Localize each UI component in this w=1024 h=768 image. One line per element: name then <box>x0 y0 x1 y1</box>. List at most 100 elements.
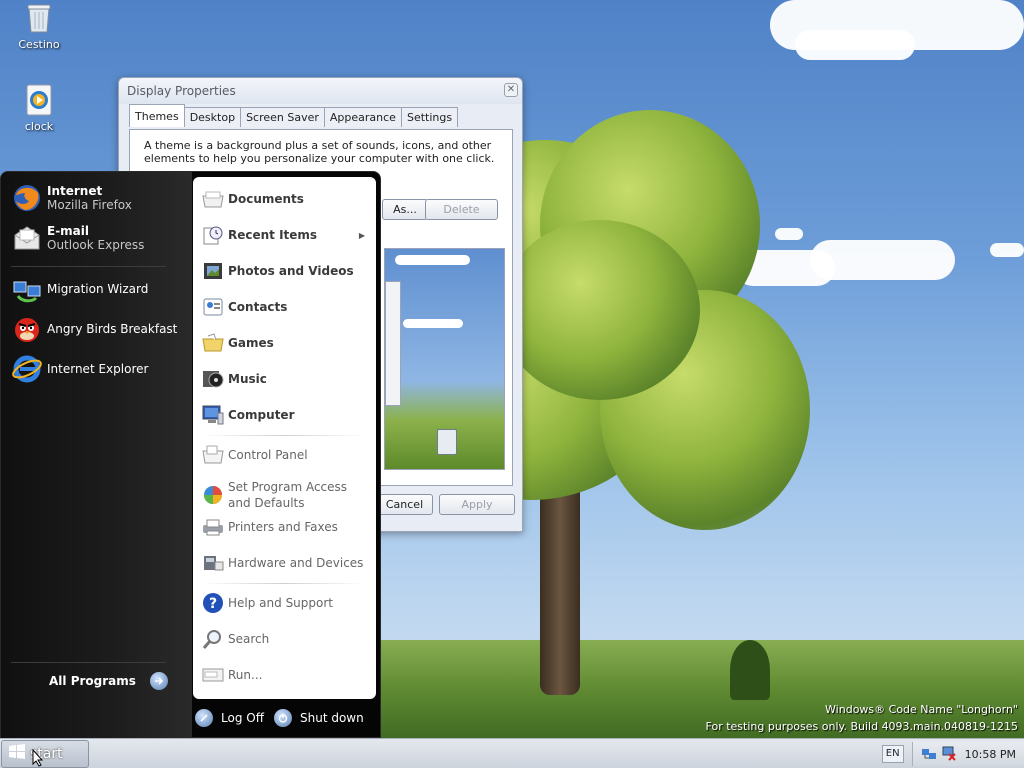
cancel-button[interactable]: Cancel <box>376 494 433 515</box>
clock[interactable]: 10:58 PM <box>965 748 1016 761</box>
arrow-right-icon <box>149 672 168 690</box>
right-item-help[interactable]: ? Help and Support <box>201 591 371 615</box>
pinned-subtitle: Outlook Express <box>47 238 145 252</box>
start-menu-left-pane: Internet Mozilla Firefox E-mail Outlook … <box>1 172 192 739</box>
language-indicator[interactable]: EN <box>881 745 904 763</box>
recent-migration-wizard[interactable]: Migration Wizard <box>11 273 148 305</box>
right-item-label: Games <box>228 336 274 350</box>
close-button[interactable]: ✕ <box>504 83 518 97</box>
apply-button[interactable]: Apply <box>439 494 515 515</box>
right-item-label: Search <box>228 632 270 646</box>
tab-desktop[interactable]: Desktop <box>183 107 242 127</box>
network-icon[interactable] <box>921 745 937 764</box>
desktop-icon-recycle-bin[interactable]: Cestino <box>4 2 74 51</box>
hardware-icon <box>201 551 225 575</box>
right-item-games[interactable]: Games <box>201 331 371 355</box>
right-item-photos-videos[interactable]: Photos and Videos <box>201 259 371 283</box>
small-tree <box>730 640 770 700</box>
right-item-hardware[interactable]: Hardware and Devices <box>201 551 371 575</box>
right-item-label: Computer <box>228 408 295 422</box>
right-item-label: Hardware and Devices <box>228 556 364 570</box>
right-item-label: Contacts <box>228 300 288 314</box>
tab-themes[interactable]: Themes <box>129 104 185 127</box>
right-item-recent-items[interactable]: Recent Items ▶ <box>201 223 371 247</box>
log-off-label: Log Off <box>221 711 264 725</box>
svg-text:?: ? <box>209 596 217 612</box>
tab-settings[interactable]: Settings <box>400 107 459 127</box>
recycle-bin-icon <box>23 2 55 34</box>
help-icon: ? <box>201 591 225 615</box>
search-icon <box>201 627 225 651</box>
separator <box>11 662 166 663</box>
pinned-title: E-mail <box>47 224 90 238</box>
separator <box>201 583 366 584</box>
tab-strip: Themes Desktop Screen Saver Appearance S… <box>129 104 459 127</box>
taskbar: start EN 10:58 PM <box>0 738 1024 768</box>
recent-label: Migration Wizard <box>47 282 149 296</box>
start-menu-right-pane: Documents Recent Items ▶ Photos and Vide… <box>193 177 376 699</box>
recent-label: Internet Explorer <box>47 362 149 376</box>
start-button[interactable]: start <box>1 740 89 768</box>
right-item-label: Printers and Faxes <box>228 520 338 534</box>
cloud <box>810 240 955 280</box>
recent-internet-explorer[interactable]: Internet Explorer <box>11 353 148 385</box>
recent-items-icon <box>201 223 225 247</box>
right-item-label: Control Panel <box>228 448 308 462</box>
submenu-arrow-icon: ▶ <box>358 230 365 240</box>
delete-button[interactable]: Delete <box>425 199 498 220</box>
tab-appearance[interactable]: Appearance <box>323 107 402 127</box>
cloud <box>990 243 1024 257</box>
right-item-program-defaults[interactable]: Set Program Access and Defaults <box>201 479 371 511</box>
network-status-icon[interactable] <box>941 745 957 764</box>
save-as-button[interactable]: As... <box>382 199 428 220</box>
pinned-title: Internet <box>47 184 103 198</box>
pinned-email[interactable]: E-mail Outlook Express <box>11 222 144 254</box>
right-item-label: Set Program Access and Defaults <box>228 480 348 510</box>
right-item-control-panel[interactable]: Control Panel <box>201 443 371 467</box>
computer-icon <box>201 403 225 427</box>
desktop-icon-clock[interactable]: clock <box>4 84 74 133</box>
preview-dialog <box>385 281 401 406</box>
documents-icon <box>201 187 225 211</box>
media-player-icon <box>23 84 55 116</box>
separator <box>11 266 166 267</box>
log-off-icon <box>195 709 213 727</box>
preview-cloud <box>403 319 463 328</box>
all-programs-button[interactable]: All Programs <box>49 672 168 690</box>
preview-recycle-bin-icon <box>437 429 457 455</box>
cloud <box>775 228 803 240</box>
right-item-computer[interactable]: Computer <box>201 403 371 427</box>
right-item-run[interactable]: Run... <box>201 663 371 687</box>
shut-down-button[interactable]: Shut down <box>274 709 364 727</box>
right-item-label: Help and Support <box>228 596 333 610</box>
right-item-contacts[interactable]: Contacts <box>201 295 371 319</box>
pinned-subtitle: Mozilla Firefox <box>47 198 132 212</box>
right-item-search[interactable]: Search <box>201 627 371 651</box>
firefox-icon <box>11 182 43 214</box>
tree-foliage <box>500 220 700 400</box>
tab-screen-saver[interactable]: Screen Saver <box>240 107 325 127</box>
control-panel-icon <box>201 443 225 467</box>
desktop-icon-label: clock <box>24 120 54 133</box>
recent-label: Angry Birds Breakfast <box>47 322 178 336</box>
right-item-music[interactable]: Music <box>201 367 371 391</box>
cloud <box>795 30 915 60</box>
right-item-printers[interactable]: Printers and Faxes <box>201 515 371 539</box>
games-icon <box>201 331 225 355</box>
theme-preview <box>384 248 505 470</box>
preview-cloud <box>395 255 470 265</box>
recent-angry-birds[interactable]: Angry Birds Breakfast <box>11 313 177 345</box>
angry-bird-icon <box>11 313 43 345</box>
watermark-line2: For testing purposes only. Build 4093.ma… <box>705 720 1018 733</box>
pinned-internet[interactable]: Internet Mozilla Firefox <box>11 182 132 214</box>
photos-icon <box>201 259 225 283</box>
mail-icon <box>11 222 43 254</box>
log-off-button[interactable]: Log Off <box>195 709 264 727</box>
system-tray: EN 10:58 PM <box>881 742 1024 766</box>
printer-icon <box>201 515 225 539</box>
migration-wizard-icon <box>11 273 43 305</box>
internet-explorer-icon <box>11 353 43 385</box>
desktop-icon-label: Cestino <box>18 38 60 51</box>
right-item-documents[interactable]: Documents <box>201 187 371 211</box>
right-item-label: Music <box>228 372 267 386</box>
